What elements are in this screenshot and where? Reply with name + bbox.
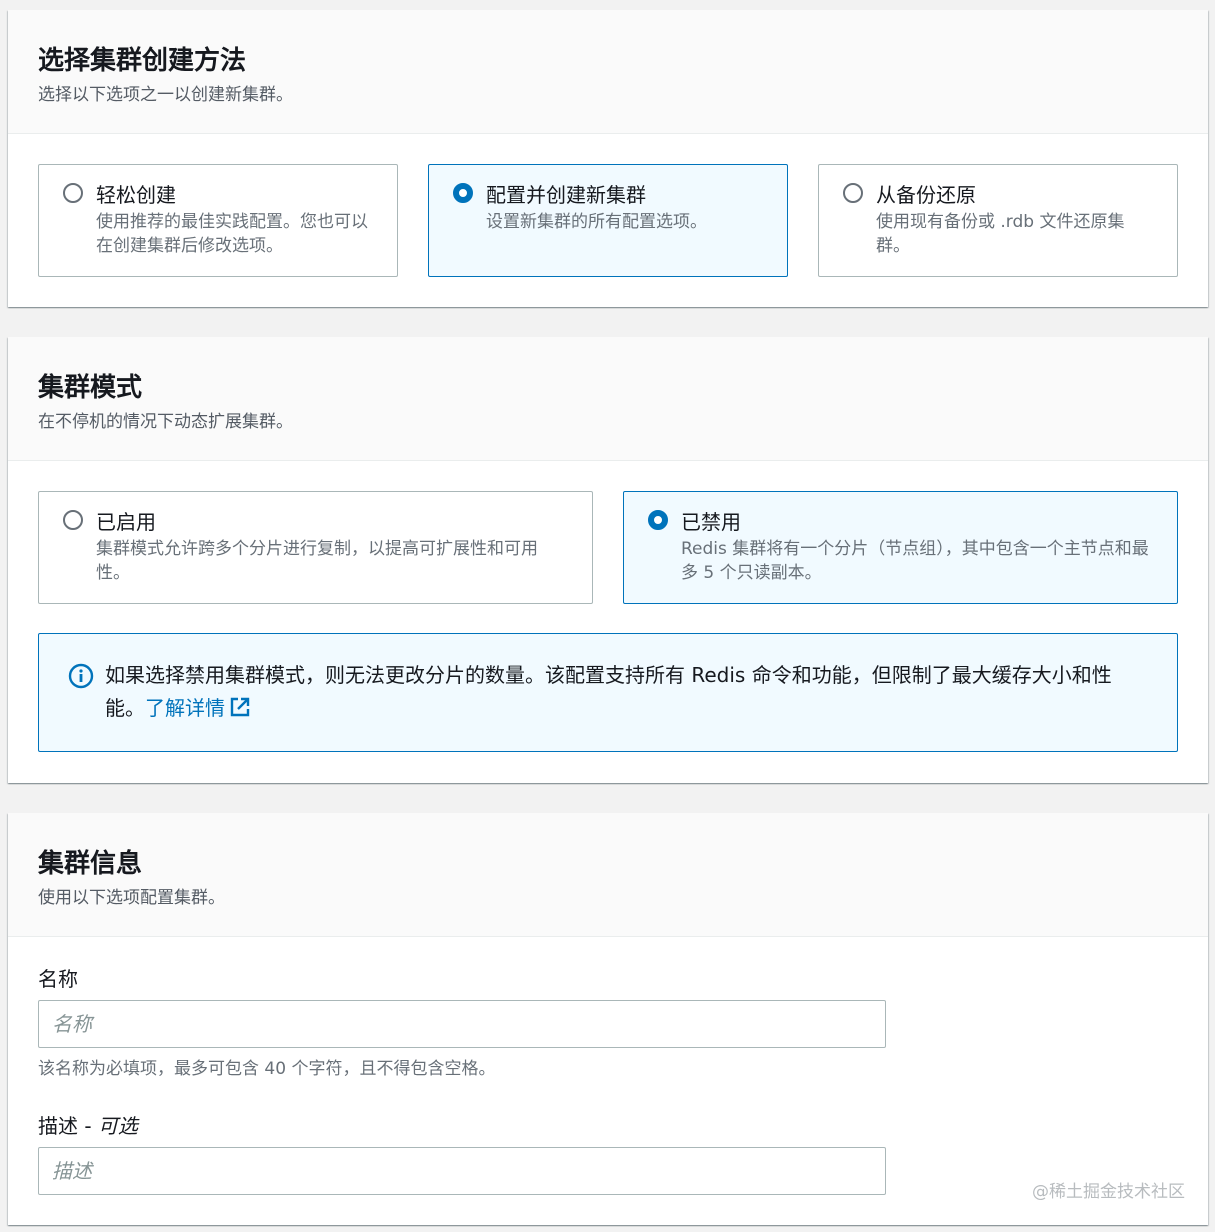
method-option-description: 使用推荐的最佳实践配置。您也可以在创建集群后修改选项。 (96, 212, 368, 256)
cluster-info-header: 集群信息 使用以下选项配置集群。 (8, 813, 1208, 937)
cluster-mode-option-disabled[interactable]: 已禁用 Redis 集群将有一个分片（节点组），其中包含一个主节点和最多 5 个… (623, 491, 1178, 604)
radio-button-unchecked[interactable] (843, 183, 863, 203)
method-option-description: 设置新集群的所有配置选项。 (486, 212, 707, 232)
cluster-mode-option-title: 已禁用 (681, 510, 741, 534)
description-label-text: 描述 (38, 1114, 78, 1138)
method-option-restore-backup[interactable]: 从备份还原 使用现有备份或 .rdb 文件还原集群。 (818, 164, 1178, 277)
creation-method-panel: 选择集群创建方法 选择以下选项之一以创建新集群。 轻松创建 使用推荐的最佳实践配… (8, 10, 1208, 307)
creation-method-title: 选择集群创建方法 (38, 46, 247, 76)
method-option-configure-new[interactable]: 配置并创建新集群 设置新集群的所有配置选项。 (428, 164, 788, 277)
learn-more-link[interactable]: 了解详情 (145, 696, 251, 720)
info-alert-text: 如果选择禁用集群模式，则无法更改分片的数量。该配置支持所有 Redis 命令和功… (105, 659, 1137, 725)
description-field-label: 描述 - 可选 (38, 1114, 138, 1138)
method-option-title: 轻松创建 (96, 183, 176, 207)
cluster-info-panel: 集群信息 使用以下选项配置集群。 名称 该名称为必填项，最多可包含 40 个字符… (8, 813, 1208, 1225)
cluster-mode-panel: 集群模式 在不停机的情况下动态扩展集群。 已启用 集群模式允许跨多个分片进行复制… (8, 337, 1208, 783)
cluster-mode-option-description: 集群模式允许跨多个分片进行复制，以提高可扩展性和可用性。 (96, 539, 538, 583)
info-alert-message: 如果选择禁用集群模式，则无法更改分片的数量。该配置支持所有 Redis 命令和功… (105, 663, 1112, 720)
method-option-title: 从备份还原 (876, 183, 976, 207)
cluster-mode-option-title: 已启用 (96, 510, 156, 534)
method-option-easy-create[interactable]: 轻松创建 使用推荐的最佳实践配置。您也可以在创建集群后修改选项。 (38, 164, 398, 277)
creation-method-header: 选择集群创建方法 选择以下选项之一以创建新集群。 (8, 10, 1208, 134)
cluster-info-description: 使用以下选项配置集群。 (38, 888, 225, 908)
name-input[interactable] (38, 1000, 886, 1048)
info-circle-icon (68, 663, 94, 689)
cluster-mode-description: 在不停机的情况下动态扩展集群。 (38, 412, 293, 432)
learn-more-label: 了解详情 (145, 696, 225, 720)
radio-button-unchecked[interactable] (63, 183, 83, 203)
cluster-mode-header: 集群模式 在不停机的情况下动态扩展集群。 (8, 337, 1208, 461)
watermark: @稀土掘金技术社区 (1032, 1182, 1185, 1202)
cluster-mode-option-description: Redis 集群将有一个分片（节点组），其中包含一个主节点和最多 5 个只读副本… (681, 539, 1149, 583)
name-field-hint: 该名称为必填项，最多可包含 40 个字符，且不得包含空格。 (38, 1059, 496, 1079)
external-link-icon (230, 697, 250, 717)
radio-button-unchecked[interactable] (63, 510, 83, 530)
description-input[interactable] (38, 1147, 886, 1195)
cluster-mode-title: 集群模式 (38, 373, 143, 403)
optional-label: 可选 (97, 1114, 138, 1138)
radio-button-checked[interactable] (453, 183, 473, 203)
radio-button-checked[interactable] (648, 510, 668, 530)
cluster-mode-option-enabled[interactable]: 已启用 集群模式允许跨多个分片进行复制，以提高可扩展性和可用性。 (38, 491, 593, 604)
creation-method-description: 选择以下选项之一以创建新集群。 (38, 85, 293, 105)
name-field-label: 名称 (38, 967, 78, 991)
cluster-mode-info-alert: 如果选择禁用集群模式，则无法更改分片的数量。该配置支持所有 Redis 命令和功… (38, 633, 1178, 752)
cluster-info-title: 集群信息 (38, 849, 143, 879)
method-option-title: 配置并创建新集群 (486, 183, 646, 207)
method-option-description: 使用现有备份或 .rdb 文件还原集群。 (876, 212, 1125, 256)
